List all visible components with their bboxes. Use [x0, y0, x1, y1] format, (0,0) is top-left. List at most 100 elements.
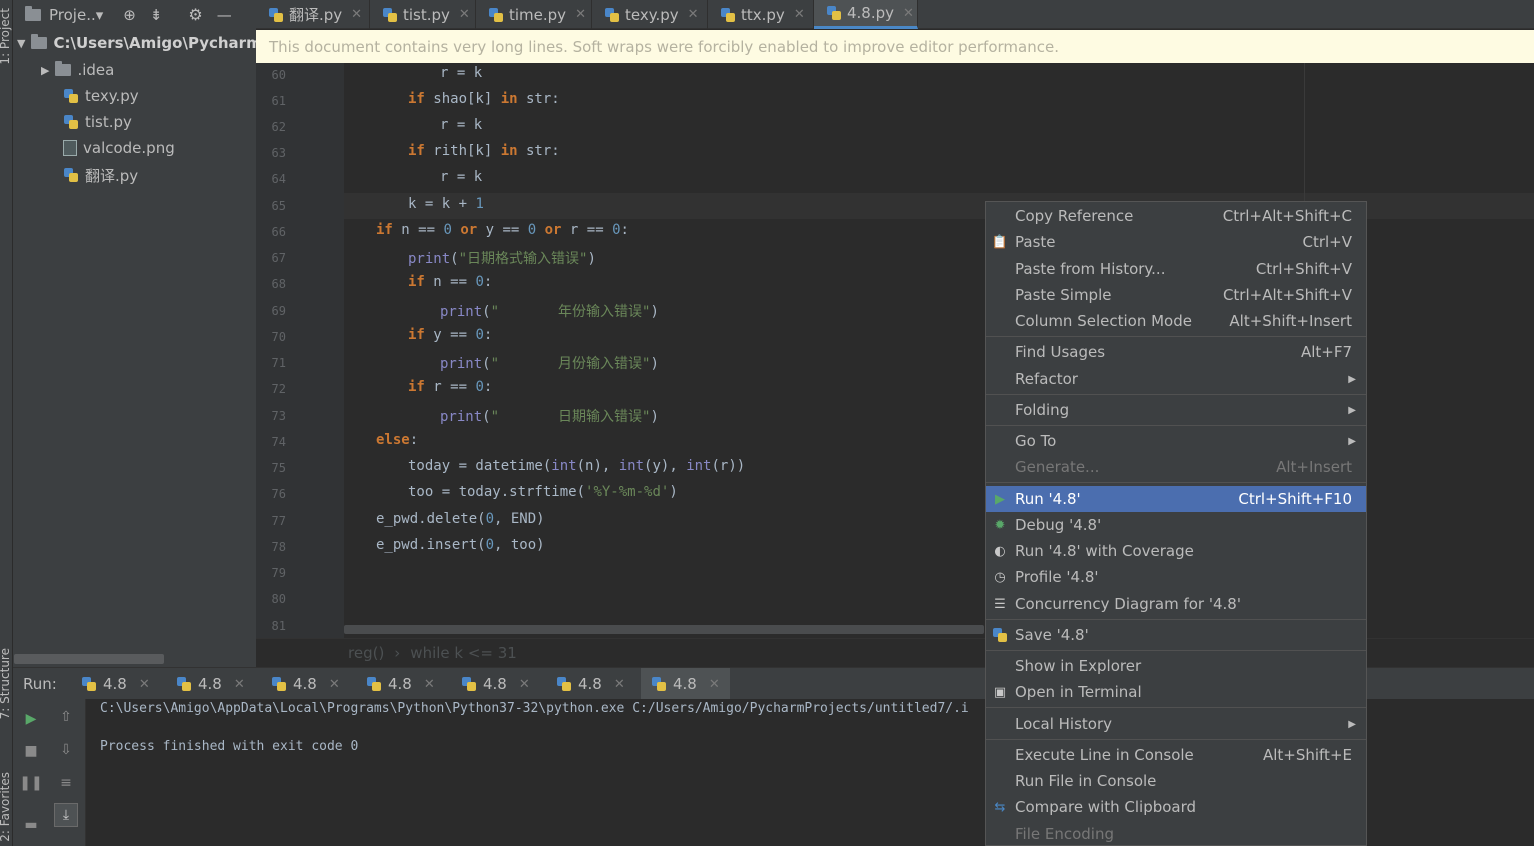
tree-item-fanyi[interactable]: 翻译.py — [63, 163, 138, 187]
tree-item-idea[interactable]: ▶ .idea — [41, 58, 114, 82]
tab-texy[interactable]: texy.py ✕ — [592, 0, 708, 29]
python-file-icon — [651, 676, 667, 692]
layout-icon[interactable]: ▬ — [19, 813, 43, 837]
run-tab[interactable]: 4.8 ✕ — [81, 668, 150, 700]
menu-item-show-in-explorer[interactable]: Show in Explorer — [986, 653, 1366, 679]
menu-separator — [986, 707, 1366, 708]
menu-item-save[interactable]: Save '4.8' — [986, 622, 1366, 648]
menu-item-paste[interactable]: 📋 Paste Ctrl+V — [986, 229, 1366, 255]
menu-item-go-to[interactable]: Go To ▶ — [986, 428, 1366, 454]
structure-tool-button[interactable]: 7: Structure — [0, 648, 12, 719]
tab-label: texy.py — [625, 5, 679, 24]
tab-ttx[interactable]: ttx.py ✕ — [708, 0, 814, 29]
tree-item-valcode[interactable]: valcode.png — [63, 136, 175, 160]
menu-item-local-history[interactable]: Local History ▶ — [986, 711, 1366, 737]
code-line: e_pwd.insert(0, too) — [376, 537, 545, 553]
favorites-tool-button[interactable]: 2: Favorites — [0, 772, 12, 842]
tree-item-root[interactable]: ▼ C:\Users\Amigo\Pycharm — [17, 31, 262, 55]
tab-time[interactable]: time.py ✕ — [476, 0, 592, 29]
project-view-selector[interactable]: Proje..▾ — [49, 6, 103, 24]
chevron-right-icon[interactable]: ▶ — [41, 64, 49, 77]
menu-item-run[interactable]: ▶ Run '4.8' Ctrl+Shift+F10 — [986, 486, 1366, 512]
run-tab-label: 4.8 — [673, 675, 697, 693]
scroll-to-end-icon[interactable]: ⤓ — [54, 803, 78, 827]
menu-item-label: Go To — [1015, 432, 1057, 450]
tab-fanyi[interactable]: 翻译.py ✕ — [256, 0, 370, 29]
menu-item-label: Show in Explorer — [1015, 657, 1142, 675]
close-icon[interactable]: ✕ — [794, 7, 805, 22]
breadcrumb-item[interactable]: reg() — [348, 644, 384, 662]
code-line: if n == 0: — [408, 274, 493, 290]
tab-4-8[interactable]: 4.8.py ✕ — [814, 0, 918, 29]
code-line: k = k + 1 — [408, 196, 484, 212]
down-arrow-icon[interactable]: ⇩ — [54, 738, 78, 762]
gear-icon[interactable]: ⚙ — [188, 5, 202, 24]
run-tab[interactable]: 4.8 ✕ — [556, 668, 625, 700]
close-icon[interactable]: ✕ — [614, 677, 625, 692]
line-number: 62 — [271, 120, 286, 134]
close-icon[interactable]: ✕ — [575, 7, 586, 22]
menu-item-execute-line[interactable]: Execute Line in Console Alt+Shift+E — [986, 742, 1366, 768]
python-file-icon — [461, 676, 477, 692]
chevron-down-icon[interactable]: ▼ — [17, 37, 25, 50]
pause-icon[interactable]: ❚❚ — [19, 771, 43, 795]
tree-item-tist[interactable]: tist.py — [63, 110, 132, 134]
collapse-all-icon[interactable]: ⇟ — [150, 6, 163, 24]
tree-item-label: tist.py — [85, 113, 132, 131]
menu-item-debug[interactable]: ✹ Debug '4.8' — [986, 512, 1366, 538]
project-tool-button[interactable]: 1: Project — [0, 8, 12, 65]
menu-item-open-terminal[interactable]: ▣ Open in Terminal — [986, 679, 1366, 705]
run-tab[interactable]: 4.8 ✕ — [366, 668, 435, 700]
rerun-icon[interactable]: ▶ — [19, 707, 43, 731]
menu-item-run-coverage[interactable]: ◐ Run '4.8' with Coverage — [986, 538, 1366, 564]
hide-panel-icon[interactable]: — — [217, 6, 232, 24]
code-line: if shao[k] in str: — [408, 91, 560, 107]
menu-item-folding[interactable]: Folding ▶ — [986, 397, 1366, 423]
stop-icon[interactable]: ■ — [19, 739, 43, 763]
close-icon[interactable]: ✕ — [329, 677, 340, 692]
run-tab-active[interactable]: 4.8 ✕ — [641, 668, 730, 700]
python-file-icon — [63, 114, 79, 130]
menu-item-column-selection[interactable]: Column Selection Mode Alt+Shift+Insert — [986, 308, 1366, 334]
locate-icon[interactable]: ⊕ — [123, 6, 136, 24]
menu-item-paste-simple[interactable]: Paste Simple Ctrl+Alt+Shift+V — [986, 282, 1366, 308]
close-icon[interactable]: ✕ — [424, 677, 435, 692]
close-icon[interactable]: ✕ — [688, 7, 699, 22]
menu-item-concurrency[interactable]: ☰ Concurrency Diagram for '4.8' — [986, 591, 1366, 617]
close-icon[interactable]: ✕ — [903, 6, 914, 21]
run-tab[interactable]: 4.8 ✕ — [271, 668, 340, 700]
menu-item-paste-from-history[interactable]: Paste from History... Ctrl+Shift+V — [986, 256, 1366, 282]
scrollbar-thumb[interactable] — [344, 625, 984, 634]
run-tab[interactable]: 4.8 ✕ — [461, 668, 530, 700]
menu-item-generate: Generate... Alt+Insert — [986, 454, 1366, 480]
soft-wrap-icon[interactable]: ≡ — [54, 771, 78, 795]
menu-item-refactor[interactable]: Refactor ▶ — [986, 366, 1366, 392]
code-line: print("日期格式输入错误") — [408, 251, 596, 267]
menu-item-profile[interactable]: ◷ Profile '4.8' — [986, 564, 1366, 590]
close-icon[interactable]: ✕ — [139, 677, 150, 692]
code-line: if y == 0: — [408, 327, 493, 343]
tab-tist[interactable]: tist.py ✕ — [370, 0, 476, 29]
python-file-icon — [63, 88, 79, 104]
submenu-arrow-icon: ▶ — [1348, 373, 1356, 385]
close-icon[interactable]: ✕ — [709, 677, 720, 692]
menu-item-copy-reference[interactable]: Copy Reference Ctrl+Alt+Shift+C — [986, 203, 1366, 229]
menu-item-shortcut: Ctrl+Shift+F10 — [1238, 490, 1352, 508]
up-arrow-icon[interactable]: ⇧ — [54, 705, 78, 729]
close-icon[interactable]: ✕ — [351, 7, 362, 22]
menu-item-run-file-console[interactable]: Run File in Console — [986, 768, 1366, 794]
project-scrollbar[interactable] — [14, 654, 164, 664]
python-file-icon — [63, 167, 79, 183]
close-icon[interactable]: ✕ — [519, 677, 530, 692]
run-tab-label: 4.8 — [198, 675, 222, 693]
menu-item-shortcut: Alt+Shift+Insert — [1229, 312, 1352, 330]
breadcrumb-item[interactable]: while k <= 31 — [410, 644, 517, 662]
run-tab[interactable]: 4.8 ✕ — [176, 668, 245, 700]
menu-item-label: Copy Reference — [1015, 207, 1134, 225]
menu-item-find-usages[interactable]: Find Usages Alt+F7 — [986, 339, 1366, 365]
tree-item-texy[interactable]: texy.py — [63, 84, 139, 108]
menu-item-compare-clipboard[interactable]: ⇆ Compare with Clipboard — [986, 794, 1366, 820]
close-icon[interactable]: ✕ — [234, 677, 245, 692]
python-file-icon — [176, 676, 192, 692]
close-icon[interactable]: ✕ — [459, 7, 470, 22]
